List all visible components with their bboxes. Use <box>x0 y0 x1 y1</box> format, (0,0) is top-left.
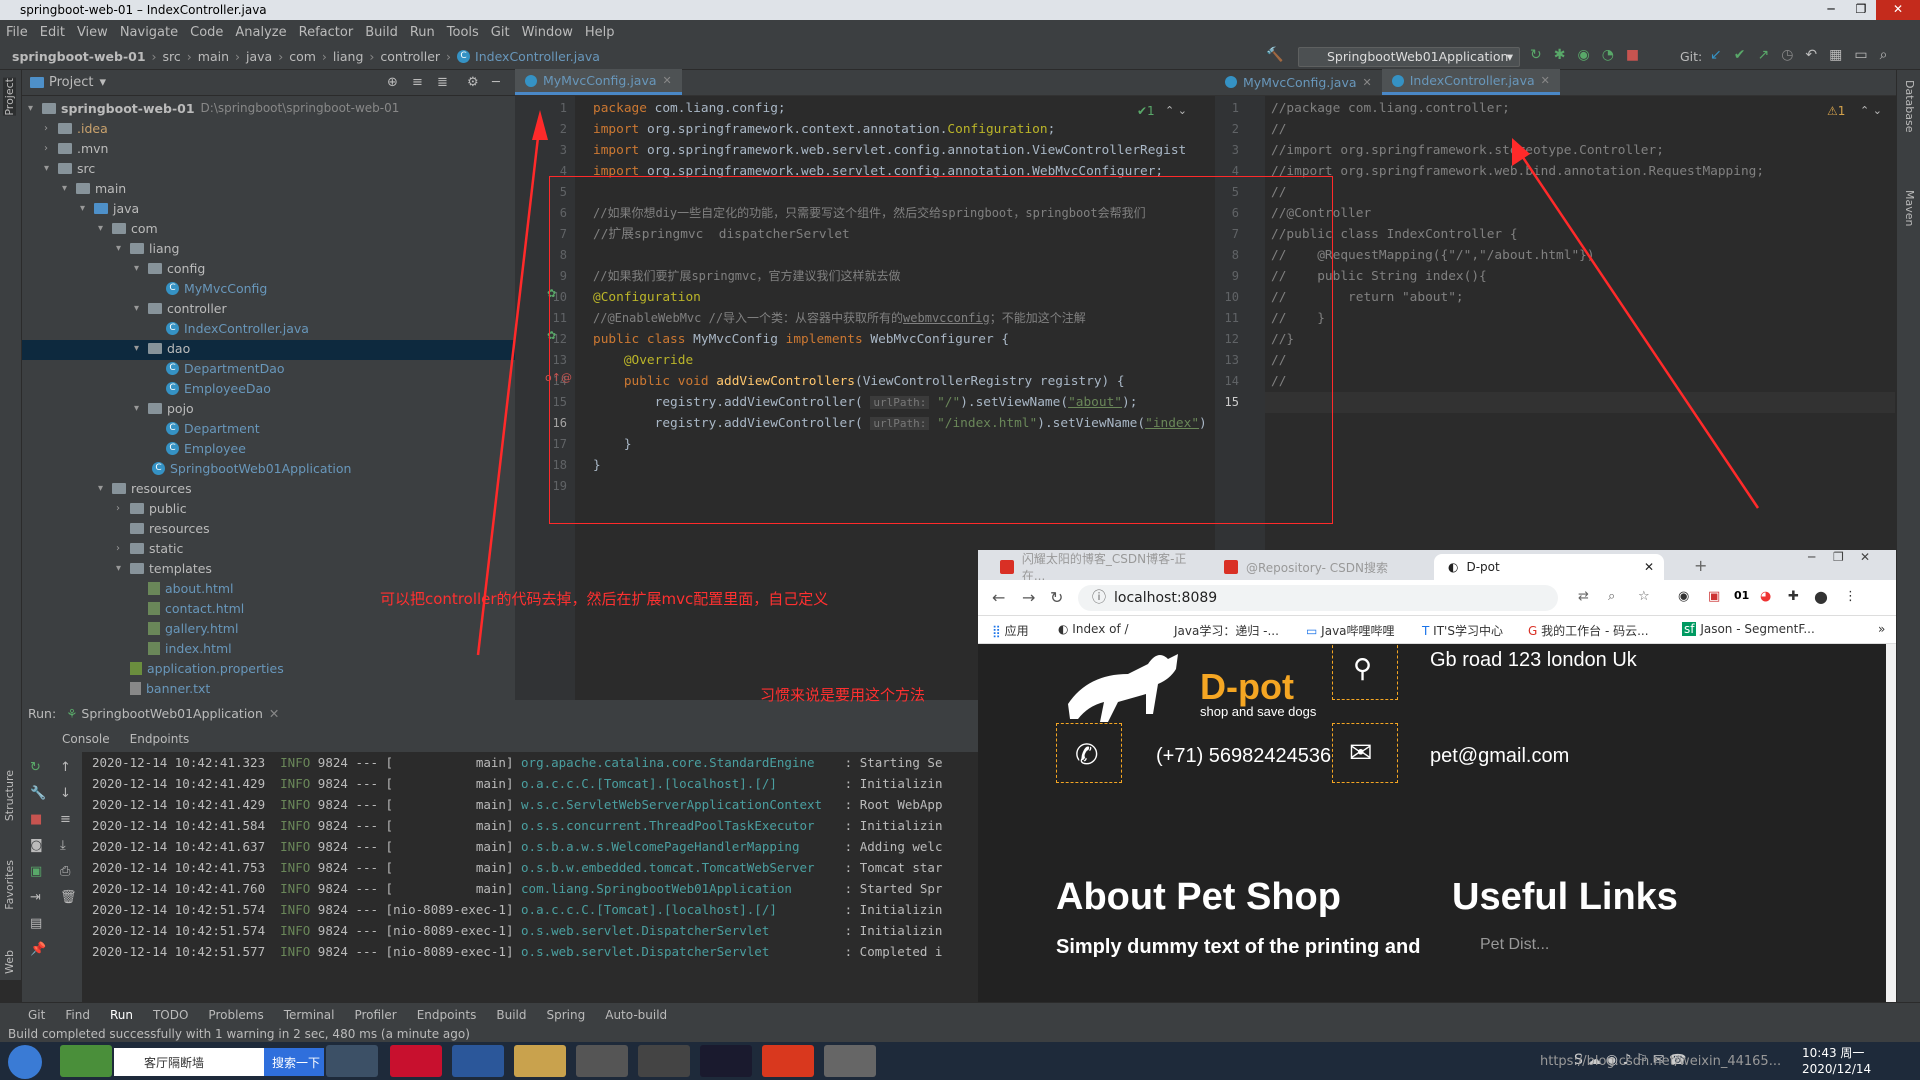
taskbar-search-input[interactable]: 客厅隔断墙 <box>114 1048 264 1076</box>
star-icon[interactable]: ☆ <box>1638 589 1650 604</box>
extension-icon[interactable]: ▣ <box>1708 589 1720 604</box>
browser-window: 闪耀太阳的博客_CSDN博客-正在... @Repository- CSDN搜索… <box>978 550 1896 1042</box>
tool-todo[interactable]: TODO <box>153 1008 188 1022</box>
back-icon[interactable]: ← <box>992 588 1005 607</box>
forward-icon[interactable]: → <box>1022 588 1035 607</box>
bookmark[interactable]: ◐ Index of / <box>1058 622 1129 636</box>
phone-text[interactable]: (+71) 56982424536 <box>1156 745 1331 768</box>
minimize-button[interactable]: ─ <box>1808 550 1815 564</box>
csdn-icon <box>1224 560 1238 574</box>
typora-app-icon[interactable] <box>576 1045 628 1077</box>
close-button[interactable]: ✕ <box>1860 550 1870 564</box>
location-pin-icon: ⚲ <box>1353 653 1373 683</box>
scrollbar[interactable] <box>1886 644 1896 1042</box>
clock-date[interactable]: 2020/12/14 <box>1802 1062 1871 1076</box>
arrow-head <box>532 110 548 140</box>
browser-tab-active[interactable]: ◐ D-pot ✕ <box>1434 554 1664 580</box>
tool-profiler[interactable]: Profiler <box>354 1008 396 1022</box>
tool-auto-build[interactable]: Auto-build <box>605 1008 667 1022</box>
browser-tab[interactable]: 闪耀太阳的博客_CSDN博客-正在... <box>986 552 1208 583</box>
more-bookmarks-icon[interactable]: » <box>1878 622 1885 636</box>
extension-icon[interactable]: ◉ <box>1678 589 1689 604</box>
extension-icon[interactable]: 01 <box>1734 589 1749 602</box>
location-box: ⚲ <box>1332 644 1398 700</box>
reload-icon[interactable]: ↻ <box>1050 588 1063 607</box>
zoom-icon[interactable]: ⌕ <box>1608 589 1615 604</box>
links-item[interactable]: Pet Dist... <box>1480 936 1549 954</box>
bookmark[interactable]: sf Jason - SegmentF... <box>1682 622 1815 636</box>
bottom-tool-bar: Git Find Run TODO Problems Terminal Prof… <box>0 1002 1920 1026</box>
taskbar: 客厅隔断墙 搜索一下 S ☁ ◉ ♪ ⚐ ✉ ☎ https://blog.cs… <box>0 1042 1920 1080</box>
links-heading: Useful Links <box>1452 876 1678 918</box>
word-app-icon[interactable] <box>452 1045 504 1077</box>
tool-endpoints[interactable]: Endpoints <box>417 1008 477 1022</box>
tool-spring[interactable]: Spring <box>547 1008 586 1022</box>
address-bar[interactable]: ⓘ localhost:8089 <box>1078 585 1558 611</box>
watermark-text: https://blog.csdn.net/weixin_44165... <box>1540 1054 1782 1069</box>
envelope-icon: ✉ <box>1349 737 1373 768</box>
bookmark[interactable]: T IT'S学习中心 <box>1422 622 1503 639</box>
arrow-line <box>1516 149 1760 509</box>
explorer-app-icon[interactable] <box>514 1045 566 1077</box>
bookmark[interactable]: G 我的工作台 - 码云... <box>1528 622 1649 639</box>
start-button[interactable] <box>8 1045 42 1079</box>
maximize-button[interactable]: ❐ <box>1833 550 1844 564</box>
more-icon[interactable]: ⋮ <box>1844 589 1857 604</box>
address-text: Gb road 123 london Uk <box>1430 649 1637 671</box>
bookmark[interactable]: ▭ Java哔哩哔哩 <box>1306 622 1395 639</box>
tool-find[interactable]: Find <box>65 1008 90 1022</box>
status-text[interactable]: Build completed successfully with 1 warn… <box>8 1027 470 1041</box>
close-icon: ✕ <box>1643 560 1654 574</box>
phone-box: ✆ <box>1056 723 1122 783</box>
email-text[interactable]: pet@gmail.com <box>1430 745 1569 768</box>
tool-build[interactable]: Build <box>496 1008 526 1022</box>
taskbar-app[interactable] <box>60 1045 112 1077</box>
avatar[interactable]: ● <box>1814 587 1828 606</box>
browser-tab-strip: 闪耀太阳的博客_CSDN博客-正在... @Repository- CSDN搜索… <box>978 550 1896 583</box>
url-text: localhost:8089 <box>1114 590 1218 606</box>
browser-toolbar: ← → ↻ ⓘ localhost:8089 ⇄ ⌕ ☆ ◉ ▣ 01 ◕ ✚ ●… <box>978 580 1896 616</box>
dog-logo-icon <box>1068 654 1178 722</box>
logo-title[interactable]: D-pot <box>1200 666 1294 708</box>
youdao-app-icon[interactable] <box>390 1045 442 1077</box>
app-icon[interactable] <box>824 1045 876 1077</box>
page-content: D-pot shop and save dogs ⚲ Gb road 123 l… <box>978 644 1896 1042</box>
csdn-icon <box>1000 560 1014 574</box>
arrow-line <box>476 119 542 656</box>
email-box: ✉ <box>1332 723 1398 783</box>
tool-problems[interactable]: Problems <box>208 1008 263 1022</box>
bookmark-apps[interactable]: ⣿ 应用 <box>992 622 1029 639</box>
info-icon: ⓘ <box>1092 590 1106 606</box>
clock-time[interactable]: 10:43 周一 <box>1802 1044 1864 1061</box>
about-heading: About Pet Shop <box>1056 876 1341 918</box>
translate-icon[interactable]: ⇄ <box>1578 589 1589 604</box>
tool-terminal[interactable]: Terminal <box>284 1008 335 1022</box>
phone-icon: ✆ <box>1075 739 1099 770</box>
logo-subtitle: shop and save dogs <box>1200 704 1317 719</box>
status-bar: Build completed successfully with 1 warn… <box>0 1026 1920 1042</box>
puzzle-icon[interactable]: ✚ <box>1788 589 1799 604</box>
xmind-app-icon[interactable] <box>762 1045 814 1077</box>
browser-tab[interactable]: @Repository- CSDN搜索 <box>1210 554 1432 580</box>
taskbar-search-button[interactable]: 搜索一下 <box>264 1048 324 1076</box>
tool-git[interactable]: Git <box>28 1008 45 1022</box>
globe-icon: ◐ <box>1448 560 1459 574</box>
bookmarks-bar: ⣿ 应用 ◐ Index of / Java学习：递归 -... ▭ Java哔… <box>978 616 1896 644</box>
chrome-app-icon[interactable] <box>326 1045 378 1077</box>
chrome-icon[interactable]: ◕ <box>1760 589 1771 604</box>
intellij-app-icon[interactable] <box>700 1045 752 1077</box>
app-icon[interactable] <box>638 1045 690 1077</box>
tool-run[interactable]: Run <box>110 1008 133 1022</box>
new-tab-button[interactable]: + <box>1694 556 1707 575</box>
about-text: Simply dummy text of the printing and <box>1056 936 1421 958</box>
bookmark[interactable]: Java学习：递归 -... <box>1174 622 1279 639</box>
